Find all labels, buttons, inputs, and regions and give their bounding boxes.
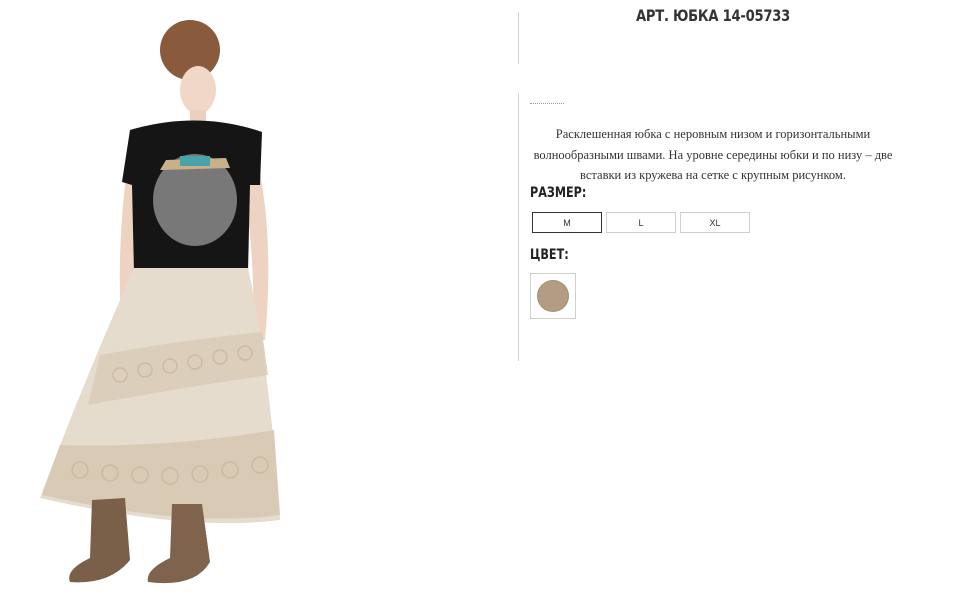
title-prefix: АРТ. xyxy=(635,6,669,25)
color-label: ЦВЕТ: xyxy=(530,247,569,263)
size-option-xl[interactable]: XL xyxy=(680,212,750,233)
model-photo-illustration xyxy=(40,20,280,584)
dotted-separator xyxy=(530,103,564,105)
size-option-l[interactable]: L xyxy=(606,212,676,233)
color-swatch xyxy=(537,280,569,312)
vertical-divider-top xyxy=(518,12,519,64)
product-photo xyxy=(30,10,290,598)
size-label: РАЗМЕР: xyxy=(530,185,587,201)
product-title: АРТ. ЮБКА 14-05733 xyxy=(571,6,855,25)
face-shape xyxy=(180,66,216,114)
color-swatch-button[interactable] xyxy=(530,273,576,319)
size-option-m[interactable]: M xyxy=(532,212,602,233)
boot-left-shape xyxy=(69,498,130,583)
product-code: ЮБКА 14-05733 xyxy=(673,6,791,25)
size-options: M L XL xyxy=(532,212,750,233)
product-description: Расклешенная юбка с неровным низом и гор… xyxy=(533,127,893,182)
vertical-divider-bottom xyxy=(518,93,519,361)
